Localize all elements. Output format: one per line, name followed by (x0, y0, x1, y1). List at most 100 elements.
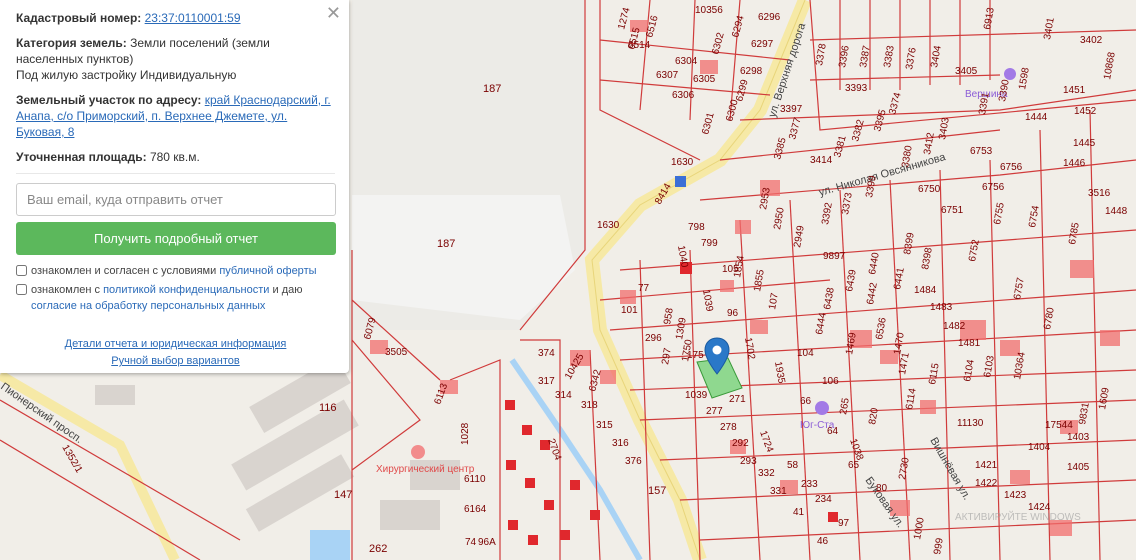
area-row: Уточненная площадь: 780 кв.м. (16, 149, 335, 165)
parcel-label: 292 (732, 438, 749, 449)
parcel-label: 315 (596, 420, 613, 431)
parcel-label: 1423 (1004, 490, 1027, 501)
address-row: Земельный участок по адресу: край Красно… (16, 92, 335, 140)
parcel-label: 6756 (982, 182, 1005, 193)
parcel-label: 1446 (1063, 158, 1086, 169)
parcel-label: 278 (720, 422, 737, 433)
windows-watermark: АКТИВИРУЙТЕ WINDOWS (955, 510, 1081, 523)
parcel-label: 96 (727, 308, 739, 319)
parcel-label: 64 (827, 426, 839, 437)
email-input[interactable] (16, 183, 336, 216)
parcel-label: 1405 (1067, 462, 1090, 473)
offer-consent-text: ознакомлен и согласен с условиями (31, 265, 217, 277)
parcel-label: 1028 (460, 422, 471, 445)
parcel-label: 106 (822, 376, 839, 387)
parcel-label: 10356 (695, 5, 723, 16)
close-icon[interactable]: ✕ (326, 4, 341, 22)
poi-hospital: Хирургический центр (376, 464, 475, 475)
parcel-label: 6305 (693, 74, 716, 85)
parcel-label: 6306 (672, 90, 695, 101)
parcel-label: 1422 (975, 478, 998, 489)
parcel-label: 318 (581, 400, 598, 411)
store-icon[interactable] (1004, 68, 1016, 80)
parcel-label: 101 (621, 305, 638, 316)
bus-stop-icon[interactable] (675, 176, 686, 187)
hospital-icon[interactable] (411, 445, 425, 459)
water-pool (310, 530, 350, 560)
parcel-label: 9897 (823, 251, 846, 262)
parcel-label: 296 (645, 333, 662, 344)
parcel-label: 277 (706, 406, 723, 417)
divider (16, 173, 335, 174)
manual-selection-link[interactable]: Ручной выбор вариантов (111, 355, 239, 367)
location-pin-icon[interactable] (704, 337, 730, 375)
parcel-label: 1404 (1028, 442, 1051, 453)
cadastral-label: Кадастровый номер: (16, 11, 142, 25)
personal-data-consent-link[interactable]: согласие на обработку персональных данны… (31, 300, 265, 312)
panel-footer: Детали отчета и юридическая информация Р… (16, 336, 335, 370)
cadastral-row: Кадастровый номер: 23:37:0110001:59 (16, 10, 335, 26)
shop-icon[interactable] (815, 401, 829, 415)
get-report-button[interactable]: Получить подробный отчет (16, 222, 336, 255)
parcel-label: 187 (483, 83, 501, 95)
parcel-label: 1484 (914, 285, 937, 296)
parcel-label: 58 (787, 460, 799, 471)
privacy-policy-link[interactable]: политикой конфиденциальности (103, 284, 269, 296)
parcel-label: 3516 (1088, 188, 1111, 199)
parcel-label: 6753 (970, 146, 993, 157)
parcel-label: 376 (625, 456, 642, 467)
parcel-label: 3505 (385, 347, 408, 358)
parcel-label: 17544 (1045, 420, 1073, 431)
parcel-label: 11130 (957, 418, 984, 429)
category-label: Категория земель: (16, 36, 127, 50)
parcel-label: 187 (437, 238, 455, 250)
parcel-label: 1421 (975, 460, 998, 471)
parcel-label: 6297 (751, 39, 774, 50)
parcel-label: 1452 (1074, 106, 1097, 117)
parcel-label: 262 (369, 543, 387, 555)
parcel-label: 1482 (943, 321, 966, 332)
parcel-label: 6304 (675, 56, 698, 67)
cadastral-number-link[interactable]: 23:37:0110001:59 (145, 11, 241, 25)
offer-consent-row: ознакомлен и согласен с условиями публич… (16, 263, 335, 279)
parcel-label: 234 (815, 494, 832, 505)
parcel-label: 332 (758, 468, 775, 479)
parcel-label: 1451 (1063, 85, 1086, 96)
privacy-consent-text-2: и даю (272, 284, 303, 296)
parcel-label: 316 (612, 438, 629, 449)
report-details-link[interactable]: Детали отчета и юридическая информация (65, 338, 287, 350)
parcel-label: 6298 (740, 66, 763, 77)
parcel-label: 3405 (955, 66, 978, 77)
address-label: Земельный участок по адресу: (16, 93, 202, 107)
parcel-label: 3397 (780, 104, 803, 115)
parcel-label: 331 (770, 486, 787, 497)
parcel-label: 3414 (810, 155, 833, 166)
parcel-label: 1481 (958, 338, 981, 349)
parcel-label: 157 (648, 485, 666, 497)
parcel-label: 1483 (930, 302, 953, 313)
parcel-label: 65 (848, 460, 860, 471)
parcel-label: 1630 (597, 220, 620, 231)
parcel-label: 233 (801, 479, 818, 490)
parcel-label: 80 (876, 483, 888, 494)
parcel-label: 6110 (464, 474, 486, 485)
parcel-label: 147 (334, 489, 352, 501)
parcel-label: 6307 (656, 70, 679, 81)
parcel-label: 317 (538, 376, 555, 387)
parcel-label: 97 (838, 518, 850, 529)
public-offer-link[interactable]: публичной оферты (219, 265, 316, 277)
parcel-label: 1630 (671, 157, 694, 168)
parcel-label: 1039 (685, 390, 708, 401)
offer-consent-checkbox[interactable] (16, 265, 27, 276)
parcel-label: 6750 (918, 184, 941, 195)
parcel-label: 293 (740, 456, 757, 467)
privacy-consent-checkbox[interactable] (16, 284, 27, 295)
parcel-label: 799 (701, 238, 718, 249)
parcel-label: 1445 (1073, 138, 1096, 149)
area-value: 780 кв.м. (149, 150, 200, 164)
parcel-label: 3393 (845, 83, 868, 94)
privacy-consent-text: ознакомлен с (31, 284, 101, 296)
parcel-label: 41 (793, 507, 805, 518)
parcel-label: 6164 (464, 504, 487, 515)
parcel-label: 374 (538, 348, 555, 359)
